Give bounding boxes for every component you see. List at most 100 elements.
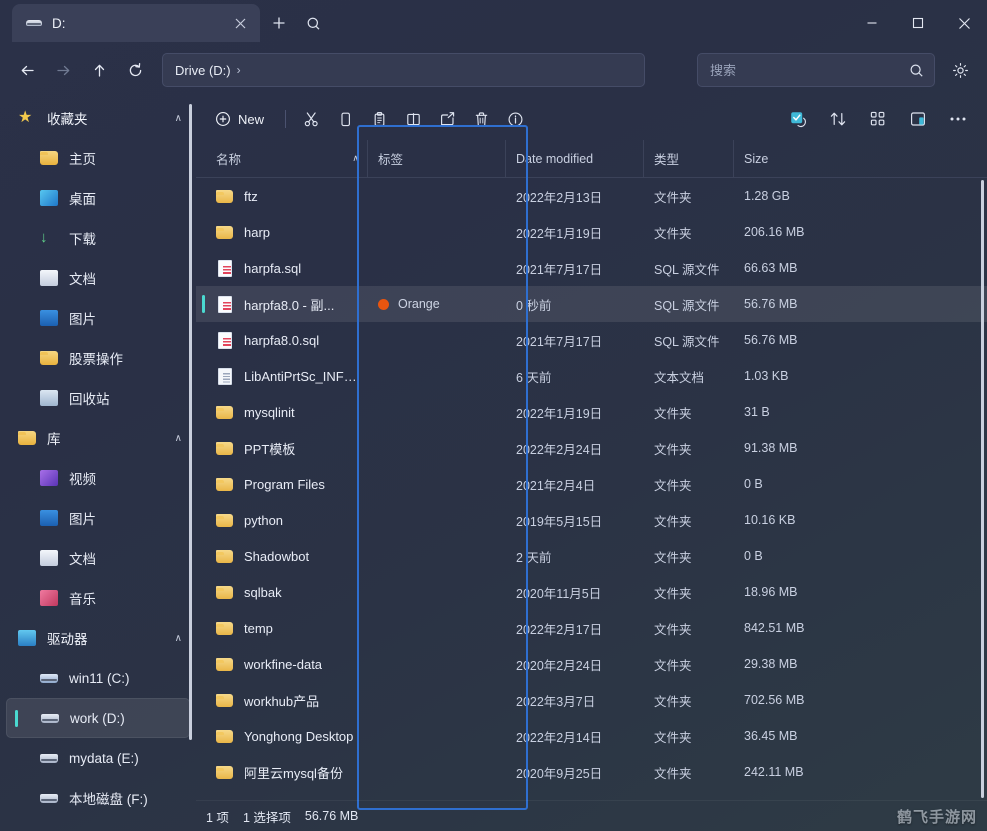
table-row[interactable]: LibAntiPrtSc_INFO... 6 天前 文本文档 1.03 KB (196, 358, 987, 394)
table-row[interactable]: harpfa8.0 - 副... Orange 0 秒前 SQL 源文件 56.76 M… (196, 286, 987, 322)
share-icon[interactable] (431, 104, 463, 134)
table-row[interactable]: workfine-data 2020年2月24日 文件夹 29.38 MB (196, 646, 987, 682)
select-all-icon[interactable] (781, 104, 815, 134)
sidebar-item-图片[interactable]: 图片 (6, 298, 190, 338)
sidebar-item-视频[interactable]: 视频 (6, 458, 190, 498)
gear-icon[interactable] (943, 53, 977, 87)
cut-icon[interactable] (295, 104, 327, 134)
table-row[interactable]: harp 2022年1月19日 文件夹 206.16 MB (196, 214, 987, 250)
sidebar-item-label: 文档 (69, 552, 96, 567)
search-box[interactable] (697, 53, 935, 87)
chevron-up-icon[interactable]: ∧ (175, 633, 182, 644)
minimize-icon[interactable] (849, 0, 895, 46)
hdd-icon (40, 749, 58, 767)
cell-size: 1.03 KB (744, 369, 789, 383)
chevron-up-icon[interactable]: ∧ (175, 433, 182, 444)
copy-icon[interactable] (329, 104, 361, 134)
sidebar-item-图片[interactable]: 图片 (6, 498, 190, 538)
sidebar-group-1[interactable]: 库 ∧ (6, 418, 190, 458)
table-row[interactable]: workhub产品 2022年3月7日 文件夹 702.56 MB (196, 682, 987, 718)
chevron-up-icon[interactable]: ∧ (175, 113, 182, 124)
table-row[interactable]: Yonghong Desktop 2022年2月14日 文件夹 36.45 MB (196, 718, 987, 754)
info-icon[interactable] (499, 104, 531, 134)
sidebar-group-2[interactable]: 驱动器 ∧ (6, 618, 190, 658)
new-button[interactable]: New (206, 104, 276, 134)
sidebar-group-label: 库 (47, 432, 61, 447)
sidebar-item-文档[interactable]: 文档 (6, 538, 190, 578)
sidebar-item-主页[interactable]: 主页 (6, 138, 190, 178)
cell-type: 文件夹 (654, 550, 692, 565)
table-row[interactable]: 阿里云mysql备份 2020年9月25日 文件夹 242.11 MB (196, 754, 987, 790)
sidebar-group-0[interactable]: ★ 收藏夹 ∧ (6, 98, 190, 138)
cell-date: 2020年11月5日 (516, 586, 602, 601)
tab-search-icon[interactable] (298, 8, 328, 38)
cell-date: 2021年7月17日 (516, 262, 603, 277)
sidebar-item-音乐[interactable]: 音乐 (6, 578, 190, 618)
column-header-label: 名称 (216, 153, 242, 167)
table-row[interactable]: Program Files 2021年2月4日 文件夹 0 B (196, 466, 987, 502)
list-scrollbar[interactable] (981, 180, 984, 798)
sidebar-scrollbar[interactable] (189, 104, 192, 740)
file-name-label: workhub产品 (244, 693, 320, 709)
table-row[interactable]: PPT模板 2022年2月24日 文件夹 91.38 MB (196, 430, 987, 466)
new-tab-icon[interactable] (264, 8, 294, 38)
table-row[interactable]: ftz 2022年2月13日 文件夹 1.28 GB (196, 178, 987, 214)
cell-size: 29.38 MB (744, 657, 798, 671)
sidebar-item-下载[interactable]: ↓ 下载 (6, 218, 190, 258)
table-row[interactable]: harpfa8.0.sql 2021年7月17日 SQL 源文件 56.76 MB (196, 322, 987, 358)
column-header-label: Date modified (516, 151, 594, 166)
table-row[interactable]: python 2019年5月15日 文件夹 10.16 KB (196, 502, 987, 538)
tab-drive-d[interactable]: D: (12, 4, 260, 42)
table-row[interactable]: sqlbak 2020年11月5日 文件夹 18.96 MB (196, 574, 987, 610)
cell-size: 31 B (744, 405, 770, 419)
column-header-tag[interactable]: 标签 (368, 140, 506, 178)
column-header-size[interactable]: Size (734, 140, 874, 178)
close-icon[interactable] (228, 11, 252, 35)
sidebar-item-桌面[interactable]: 桌面 (6, 178, 190, 218)
cell-name: Yonghong Desktop (206, 727, 368, 745)
column-header-date[interactable]: Date modified (506, 140, 644, 178)
sidebar-item-mydata-e-[interactable]: mydata (E:) (6, 738, 190, 778)
sidebar-item-work-d-[interactable]: work (D:) (6, 698, 190, 738)
search-input[interactable] (710, 62, 909, 78)
cell-name: workfine-data (206, 655, 368, 673)
search-icon[interactable] (909, 63, 924, 78)
table-row[interactable]: temp 2022年2月17日 文件夹 842.51 MB (196, 610, 987, 646)
address-bar[interactable]: Drive (D:) › (162, 53, 645, 87)
folder-icon (216, 583, 234, 601)
cell-name: mysqlinit (206, 403, 368, 421)
sidebar-item-label: work (D:) (70, 710, 125, 726)
text-file-icon (216, 367, 234, 385)
cell-date: 2022年1月19日 (516, 226, 603, 241)
close-window-icon[interactable] (941, 0, 987, 46)
document-icon (40, 269, 58, 287)
sidebar-item-回收站[interactable]: 回收站 (6, 378, 190, 418)
sidebar-item-股票操作[interactable]: 股票操作 (6, 338, 190, 378)
folder-icon (40, 349, 58, 367)
up-icon[interactable] (82, 53, 116, 87)
delete-icon[interactable] (465, 104, 497, 134)
table-row[interactable]: harpfa.sql 2021年7月17日 SQL 源文件 66.63 MB (196, 250, 987, 286)
sidebar-item-win11-c-[interactable]: win11 (C:) (6, 658, 190, 698)
table-row[interactable]: Shadowbot 2 天前 文件夹 0 B (196, 538, 987, 574)
sidebar-group-label: 驱动器 (47, 632, 88, 647)
sidebar-item-文档[interactable]: 文档 (6, 258, 190, 298)
rename-icon[interactable] (397, 104, 429, 134)
table-row[interactable]: mysqlinit 2022年1月19日 文件夹 31 B (196, 394, 987, 430)
more-options-icon[interactable] (941, 104, 975, 134)
document-icon (40, 549, 58, 567)
refresh-icon[interactable] (118, 53, 152, 87)
maximize-icon[interactable] (895, 0, 941, 46)
paste-icon[interactable] (363, 104, 395, 134)
sidebar-item-本地磁盘-f-[interactable]: 本地磁盘 (F:) (6, 778, 190, 818)
column-header-name[interactable]: 名称 ∧ (206, 140, 368, 178)
forward-icon[interactable] (46, 53, 80, 87)
sort-icon[interactable] (821, 104, 855, 134)
cell-date: 2022年2月17日 (516, 622, 603, 637)
column-header-type[interactable]: 类型 (644, 140, 734, 178)
back-icon[interactable] (10, 53, 44, 87)
folder-icon (216, 187, 234, 205)
view-grid-icon[interactable] (861, 104, 895, 134)
layout-panel-icon[interactable] (901, 104, 935, 134)
cell-size: 18.96 MB (744, 585, 798, 599)
